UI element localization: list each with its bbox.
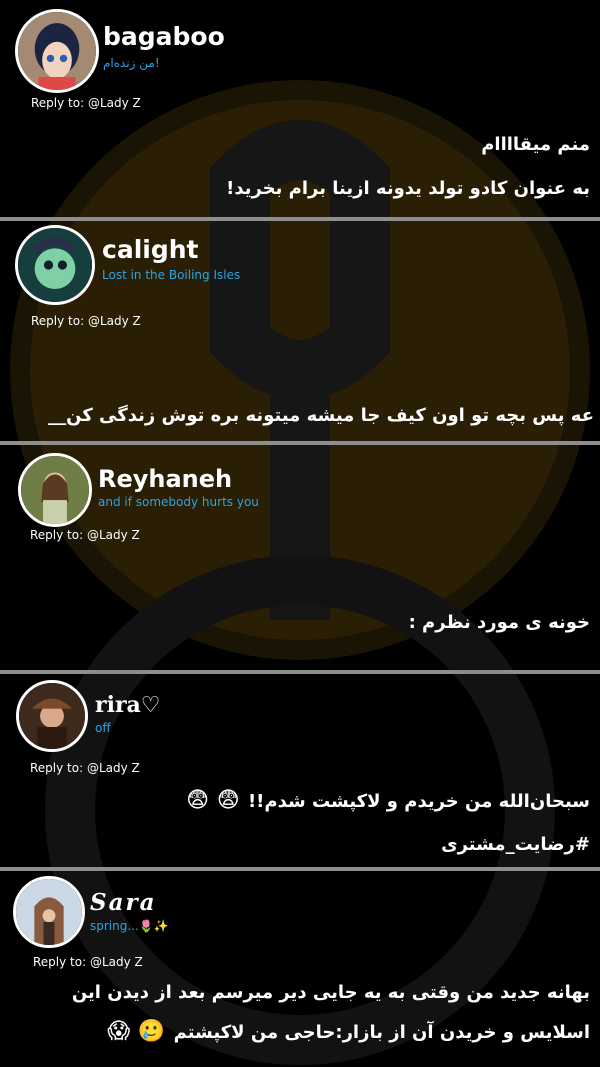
smiling-tear-screaming-emoji: 🥲 😱 [107,1019,166,1044]
comment-post: calight Lost in the Boiling Isles Reply … [0,221,600,441]
username[interactable]: Reyhaneh [98,465,232,493]
user-avatar[interactable] [15,225,95,305]
username[interactable]: rira♡ [95,692,161,718]
comment-text-line: خونه ی مورد نظرم : [408,612,590,633]
username[interactable]: bagaboo [103,22,225,51]
fearful-face-emoji: 😨 😨 [186,788,240,813]
comment-post: bagaboo من زنده‌ام! Reply to: @Lady Z من… [0,0,600,217]
comment-post: Reyhaneh and if somebody hurts you Reply… [0,445,600,670]
comment-text-line: سبحان‌الله من خریدم و لاکپشت شدم!! 😨 😨 [184,788,590,813]
comment-text-line: بهانه جدید من وقتی به یه جایی دیر میرسم … [71,982,590,1003]
post-divider [0,441,600,445]
reply-to-label[interactable]: Reply to: @Lady Z [31,314,141,328]
post-divider [0,217,600,221]
user-avatar[interactable] [13,876,85,948]
username[interactable]: Sara [90,889,157,916]
comment-text-line: #رضایت_مشتری [441,834,590,855]
reply-to-label[interactable]: Reply to: @Lady Z [30,761,140,775]
comment-text-line: منم میقاااام [481,134,590,155]
comment-text-line: اسلایس و خریدن آن از بازار:حاجی من لاکپش… [105,1019,590,1044]
comment-text: سبحان‌الله من خریدم و لاکپشت شدم!! [247,791,590,812]
post-divider [0,867,600,871]
comment-text-line: به عنوان کادو تولد یدونه ازینا برام بخری… [226,178,590,199]
reply-to-label[interactable]: Reply to: @Lady Z [33,955,143,969]
user-status: Lost in the Boiling Isles [102,268,241,282]
user-avatar[interactable] [16,680,88,752]
user-avatar[interactable] [15,9,99,93]
comment-text: اسلایس و خریدن آن از بازار:حاجی من لاکپش… [173,1022,590,1043]
reply-to-label[interactable]: Reply to: @Lady Z [31,96,141,110]
user-status: and if somebody hurts you [98,495,259,509]
comment-post: Sara spring...🌷✨ Reply to: @Lady Z بهانه… [0,871,600,1067]
user-avatar[interactable] [18,453,92,527]
comment-text-line: عه پس بچه تو اون کیف جا میشه میتونه بره … [48,405,594,426]
post-divider [0,670,600,674]
user-status: من زنده‌ام! [103,56,160,70]
user-status: off [95,721,111,735]
reply-to-label[interactable]: Reply to: @Lady Z [30,528,140,542]
username[interactable]: calight [102,235,198,264]
comment-post: rira♡ off Reply to: @Lady Z سبحان‌الله م… [0,674,600,867]
user-status: spring...🌷✨ [90,919,169,933]
